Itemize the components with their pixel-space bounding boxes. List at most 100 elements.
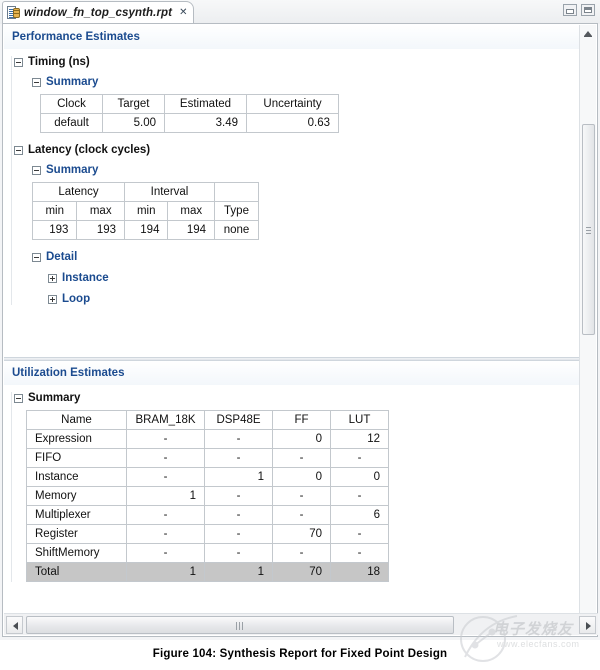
timing-summary-table: Clock Target Estimated Uncertainty defau…: [40, 94, 339, 133]
screenshot-root: window_fn_top_csynth.rpt ✕ Performance E…: [0, 0, 600, 670]
colgroup-interval: Interval: [125, 183, 215, 202]
cell-latency-max: 193: [77, 221, 125, 240]
col-uncertainty: Uncertainty: [247, 95, 339, 114]
cell-dsp: 1: [205, 468, 273, 487]
cell-name: Memory: [27, 487, 127, 506]
tree-node-timing-summary[interactable]: Summary: [4, 76, 580, 88]
table-row: Memory 1 - - -: [27, 487, 389, 506]
tree-node-latency-summary-label: Summary: [46, 164, 98, 176]
minimize-icon[interactable]: [563, 4, 577, 16]
collapse-toggle-icon[interactable]: [32, 166, 41, 175]
cell-total-bram: 1: [127, 563, 205, 582]
tree-node-detail-label: Detail: [46, 251, 77, 263]
collapse-toggle-icon[interactable]: [32, 253, 41, 262]
table-row: default 5.00 3.49 0.63: [41, 114, 339, 133]
col-clock: Clock: [41, 95, 103, 114]
cell-type: none: [215, 221, 259, 240]
cell-bram: -: [127, 449, 205, 468]
tree-node-loop-label: Loop: [62, 293, 90, 305]
cell-estimated: 3.49: [165, 114, 247, 133]
cell-target: 5.00: [103, 114, 165, 133]
cell-dsp: -: [205, 430, 273, 449]
tree-node-utilization-summary[interactable]: Summary: [4, 392, 580, 404]
cell-interval-max: 194: [168, 221, 215, 240]
cell-lut: 6: [331, 506, 389, 525]
tab-bar: window_fn_top_csynth.rpt ✕: [0, 0, 600, 24]
performance-estimates-pane: Performance Estimates Timing (ns) Summar…: [4, 25, 580, 359]
tree-node-timing-label: Timing (ns): [28, 56, 90, 68]
cell-bram: -: [127, 506, 205, 525]
tree-node-detail[interactable]: Detail: [4, 251, 580, 263]
collapse-toggle-icon[interactable]: [14, 58, 23, 67]
table-row: 193 193 194 194 none: [33, 221, 259, 240]
tree-guide-line: [11, 56, 12, 305]
collapse-toggle-icon[interactable]: [14, 394, 23, 403]
tree-node-timing-summary-label: Summary: [46, 76, 98, 88]
report-document-icon: [7, 6, 20, 20]
col-type: Type: [215, 202, 259, 221]
colgroup-blank: [215, 183, 259, 202]
cell-ff: 0: [273, 430, 331, 449]
horizontal-scrollbar[interactable]: [4, 613, 598, 635]
scrollbar-grip-icon: [236, 622, 245, 630]
scrollbar-grip-icon: [586, 227, 591, 236]
col-lut: LUT: [331, 411, 389, 430]
utilization-estimates-heading: Utilization Estimates: [4, 361, 580, 385]
collapse-toggle-icon[interactable]: [14, 146, 23, 155]
latency-summary-table: Latency Interval min max min max: [32, 182, 259, 240]
maximize-icon[interactable]: [581, 4, 595, 16]
tree-node-latency[interactable]: Latency (clock cycles): [4, 144, 580, 156]
editor-window: window_fn_top_csynth.rpt ✕ Performance E…: [0, 0, 600, 640]
scroll-right-button[interactable]: [579, 616, 596, 634]
vertical-scrollbar[interactable]: [579, 25, 596, 613]
tree-guide-line: [11, 392, 12, 582]
tree-node-timing[interactable]: Timing (ns): [4, 56, 580, 68]
col-latency-min: min: [33, 202, 77, 221]
cell-ff: 0: [273, 468, 331, 487]
expand-toggle-icon[interactable]: [48, 274, 57, 283]
cell-lut: -: [331, 544, 389, 563]
cell-ff: 70: [273, 525, 331, 544]
cell-uncertainty: 0.63: [247, 114, 339, 133]
performance-estimates-body: Timing (ns) Summary Clock Ta: [4, 56, 580, 305]
table-header-row: min max min max Type: [33, 202, 259, 221]
col-estimated: Estimated: [165, 95, 247, 114]
cell-dsp: -: [205, 449, 273, 468]
cell-lut: 12: [331, 430, 389, 449]
cell-lut: -: [331, 449, 389, 468]
cell-dsp: -: [205, 525, 273, 544]
utilization-estimates-body: Summary Name BRAM_18K DSP48E FF: [4, 392, 580, 582]
cell-total-ff: 70: [273, 563, 331, 582]
window-buttons: [563, 4, 595, 16]
tab-window-fn-top-csynth-rpt[interactable]: window_fn_top_csynth.rpt ✕: [2, 1, 194, 24]
expand-toggle-icon[interactable]: [48, 295, 57, 304]
utilization-table-body: Expression - - 0 12 FIFO -: [27, 430, 389, 582]
collapse-toggle-icon[interactable]: [32, 78, 41, 87]
utilization-estimates-pane: Utilization Estimates Summary Name: [4, 361, 580, 613]
tree-node-loop[interactable]: Loop: [4, 293, 580, 305]
table-header-row: Clock Target Estimated Uncertainty: [41, 95, 339, 114]
latency-summary-table-wrap: Latency Interval min max min max: [32, 182, 580, 240]
scroll-left-button[interactable]: [6, 616, 23, 634]
cell-bram: -: [127, 430, 205, 449]
cell-lut: 0: [331, 468, 389, 487]
tree-node-instance[interactable]: Instance: [4, 272, 580, 284]
table-row: Instance - 1 0 0: [27, 468, 389, 487]
cell-dsp: -: [205, 506, 273, 525]
table-row-total: Total 1 1 70 18: [27, 563, 389, 582]
close-icon[interactable]: ✕: [179, 8, 187, 18]
cell-name: ShiftMemory: [27, 544, 127, 563]
cell-ff: -: [273, 506, 331, 525]
col-latency-max: max: [77, 202, 125, 221]
cell-lut: -: [331, 525, 389, 544]
cell-bram: -: [127, 544, 205, 563]
cell-ff: -: [273, 449, 331, 468]
cell-lut: -: [331, 487, 389, 506]
table-row: FIFO - - - -: [27, 449, 389, 468]
scroll-up-icon[interactable]: [584, 31, 592, 36]
col-interval-min: min: [125, 202, 168, 221]
vertical-scrollbar-thumb[interactable]: [582, 124, 595, 335]
horizontal-scrollbar-thumb[interactable]: [26, 616, 454, 634]
cell-dsp: -: [205, 487, 273, 506]
tree-node-latency-summary[interactable]: Summary: [4, 164, 580, 176]
